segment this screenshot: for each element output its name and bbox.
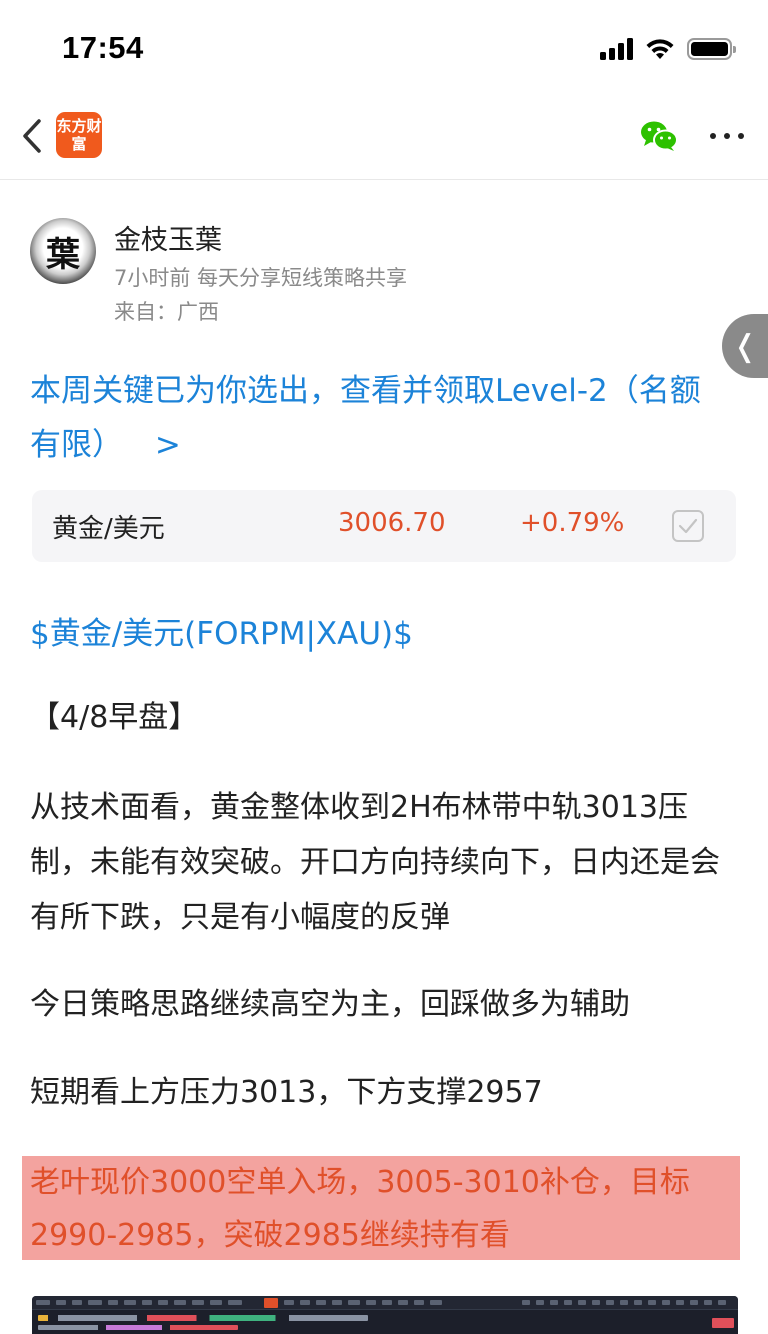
article-paragraph: 短期看上方压力3013，下方支撑2957	[30, 1075, 543, 1110]
post-location: 来自：广西	[114, 300, 219, 324]
highlighted-strategy: 老叶现价3000空单入场，3005-3010补仓，目标2990-2985，突破2…	[22, 1156, 740, 1260]
chevron-left-icon	[23, 119, 41, 153]
chart-image[interactable]	[32, 1296, 738, 1334]
wechat-share-button[interactable]	[640, 120, 678, 152]
battery-icon	[687, 38, 736, 60]
author-block: 葉 金枝玉葉 7小时前 每天分享短线策略共享 来自：广西	[30, 214, 730, 324]
promo-text: 本周关键已为你选出，查看并领取Level-2（名额有限）	[30, 373, 701, 463]
stock-name: 黄金/美元	[52, 514, 165, 544]
chart-quote-line	[38, 1315, 368, 1321]
cellular-signal-icon	[600, 38, 633, 60]
article-paragraph: 今日策略思路继续高空为主，回踩做多为辅助	[30, 987, 630, 1022]
chart-toolbar	[32, 1296, 738, 1310]
stock-change: +0.79%	[520, 508, 625, 538]
nav-bar: 东方财富	[0, 96, 768, 180]
check-icon	[678, 518, 698, 534]
wechat-icon	[641, 121, 678, 151]
ticker-link[interactable]: $黄金/美元(FORPM|XAU)$	[30, 608, 413, 653]
dot	[710, 133, 716, 139]
wifi-icon	[646, 39, 674, 59]
chart-indicator-line	[38, 1325, 238, 1330]
dot	[738, 133, 744, 139]
dot	[724, 133, 730, 139]
back-button[interactable]	[14, 114, 50, 158]
post-meta: 7小时前 每天分享短线策略共享	[114, 266, 408, 290]
chevron-left-icon: ❬	[732, 328, 758, 364]
article-heading: 【4/8早盘】	[30, 700, 199, 735]
article-paragraph: 从技术面看，黄金整体收到2H布林带中轨3013压制，未能有效突破。开口方向持续向…	[30, 790, 720, 935]
add-watchlist-button[interactable]	[672, 510, 704, 542]
status-bar: 17:54	[0, 0, 768, 96]
promo-arrow: >	[154, 427, 181, 463]
level2-promo-link[interactable]: 本周关键已为你选出，查看并领取Level-2（名额有限） >	[30, 364, 730, 472]
status-time: 17:54	[62, 30, 144, 65]
chart-price-tag	[712, 1318, 734, 1328]
more-options-button[interactable]	[710, 126, 744, 146]
author-name[interactable]: 金枝玉葉	[114, 218, 222, 257]
status-icons	[600, 36, 736, 62]
stock-card[interactable]: 黄金/美元 3006.70 +0.79%	[32, 490, 736, 562]
highlighted-strategy-text: 老叶现价3000空单入场，3005-3010补仓，目标2990-2985，突破2…	[30, 1165, 690, 1253]
stock-price: 3006.70	[338, 508, 446, 538]
app-logo: 东方财富	[56, 112, 102, 158]
avatar[interactable]: 葉	[30, 218, 96, 284]
